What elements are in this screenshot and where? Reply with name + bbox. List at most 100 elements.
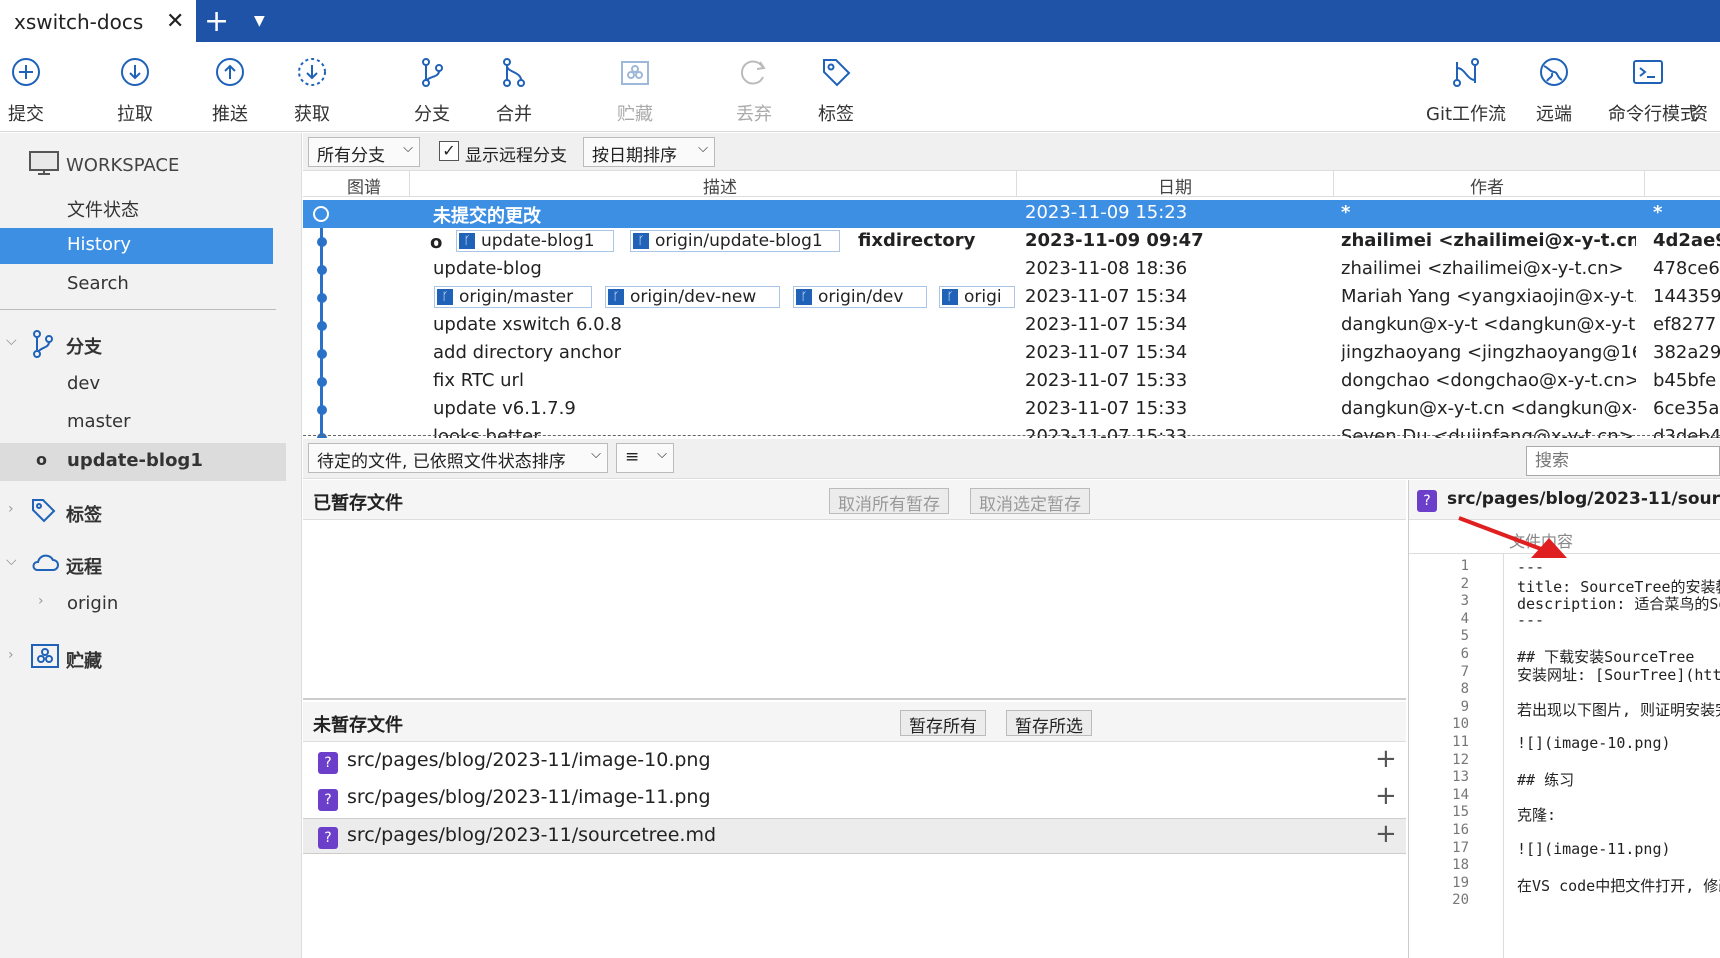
file-status-value: 待定的文件, 已依照文件状态排序 [317, 452, 566, 472]
sidebar-branch-master[interactable]: master [67, 411, 130, 432]
branch-tag[interactable]: ᚴ update-blog1 [456, 230, 614, 252]
show-remote-label: 显示远程分支 [465, 146, 567, 166]
remote-button[interactable]: 远端 [1514, 42, 1594, 132]
branch-icon: ᚴ [633, 233, 649, 249]
table-row[interactable]: update v6.1.7.9 2023-11-07 15:33 dangkun… [303, 396, 1720, 424]
sidebar-branch-dev[interactable]: dev [67, 373, 100, 394]
sidebar-item-history[interactable]: History [0, 228, 273, 264]
chevron-down-icon[interactable]: ⌵ [6, 553, 17, 569]
red-arrow-annotation [1458, 516, 1567, 558]
chevron-down-icon[interactable]: ▼ [254, 13, 265, 29]
current-branch-label: update-blog1 [67, 450, 203, 471]
column-divider[interactable] [1333, 171, 1334, 197]
push-button[interactable]: 推送 [190, 42, 270, 132]
commit-button[interactable]: 提交 [0, 42, 66, 132]
chevron-down-icon[interactable]: ⌵ [6, 333, 17, 349]
graph-node [317, 293, 327, 303]
stashes-heading[interactable]: 贮藏 [66, 647, 102, 673]
terminal-icon [1633, 60, 1663, 84]
commit-desc: add directory anchor [433, 342, 622, 363]
column-divider[interactable] [1644, 171, 1645, 197]
table-row[interactable]: ᚴ origin/master ᚴ origin/dev-new ᚴ origin/d… [303, 284, 1720, 312]
list-item[interactable]: ? src/pages/blog/2023-11/image-10.png + [303, 744, 1406, 780]
graph-node [317, 321, 327, 331]
show-remote-checkbox[interactable]: ✓ [439, 141, 459, 161]
branch-tag[interactable]: ᚴ origin/dev-new [605, 286, 780, 308]
code-line: description: 适合菜鸟的SourceTree安装教程 [1517, 595, 1720, 614]
pane-splitter[interactable] [303, 435, 1720, 436]
remotes-heading[interactable]: 远程 [66, 553, 102, 579]
main-panel: 所有分支 ⌵ ✓ 显示远程分支 按日期排序 ⌵ 图谱 描述 日期 作者 未提交的… [303, 133, 1720, 958]
commit-desc: fix RTC url [433, 370, 524, 391]
branch-filter-dropdown[interactable]: 所有分支 ⌵ [308, 137, 420, 167]
graph-node [317, 377, 327, 387]
chevron-right-icon[interactable]: › [8, 501, 14, 517]
sidebar-item-file-status[interactable]: 文件状态 [67, 196, 139, 222]
commit-hash: 4d2ae9 [1653, 230, 1720, 251]
chevron-right-icon[interactable]: › [8, 647, 14, 663]
sidebar-item-search[interactable]: Search [67, 273, 129, 294]
sort-value: 按日期排序 [592, 146, 677, 166]
search-input[interactable] [1526, 446, 1720, 476]
list-item[interactable]: ? src/pages/blog/2023-11/sourcetree.md + [303, 818, 1406, 854]
code-view[interactable]: ---title: SourceTree的安装教程description: 适合… [1409, 554, 1720, 958]
unstage-selected-button[interactable]: 取消选定暂存 [970, 488, 1090, 515]
commit-author: zhailimei <zhailimei@x-y-t.cn> [1341, 258, 1624, 279]
column-divider[interactable] [1016, 171, 1017, 197]
resources-button[interactable]: 资 [1688, 42, 1720, 132]
col-date[interactable]: 日期 [1158, 173, 1192, 198]
pull-button[interactable]: 拉取 [95, 42, 175, 132]
column-divider[interactable] [409, 171, 410, 197]
commit-date: 2023-11-09 09:47 [1025, 230, 1204, 251]
col-description[interactable]: 描述 [703, 173, 737, 198]
table-row[interactable]: 未提交的更改 2023-11-09 15:23 * * [303, 200, 1720, 228]
new-tab-icon[interactable]: + [204, 4, 229, 39]
commit-desc: update v6.1.7.9 [433, 398, 576, 419]
stage-file-icon[interactable]: + [1375, 781, 1397, 811]
branch-tag[interactable]: ᚴ origin/update-blog1 [630, 230, 840, 252]
code-line: ![](image-10.png) [1517, 734, 1671, 752]
branch-button[interactable]: 分支 [392, 42, 472, 132]
table-row[interactable]: update-blog 2023-11-08 18:36 zhailimei <… [303, 256, 1720, 284]
table-row[interactable]: o ᚴ update-blog1 ᚴ origin/update-blog1 fix… [303, 228, 1720, 256]
tag-button[interactable]: 标签 [796, 42, 876, 132]
discard-button[interactable]: 丢弃 [714, 42, 794, 132]
fetch-button[interactable]: 获取 [272, 42, 352, 132]
stage-file-icon[interactable]: + [1375, 744, 1397, 774]
branch-tag[interactable]: ᚴ origi [939, 286, 1015, 308]
close-icon[interactable]: ✕ [166, 9, 184, 34]
table-row[interactable]: fix RTC url 2023-11-07 15:33 dongchao <d… [303, 368, 1720, 396]
file-status-dropdown[interactable]: 待定的文件, 已依照文件状态排序 ⌵ [308, 443, 608, 473]
commit-author: Seven Du <dujinfang@x-y-t.cn> [1341, 426, 1634, 438]
table-row[interactable]: add directory anchor 2023-11-07 15:34 ji… [303, 340, 1720, 368]
code-line: 安装网址: [SourTree](https://www.sourcetreea… [1517, 665, 1720, 684]
sort-dropdown[interactable]: 按日期排序 ⌵ [583, 137, 715, 167]
tab-xswitch-docs[interactable]: xswitch-docs ✕ [0, 0, 196, 42]
commit-hash: * [1653, 202, 1663, 223]
chevron-right-icon[interactable]: › [38, 593, 44, 609]
git-flow-button[interactable]: Git工作流 [1426, 42, 1506, 132]
sidebar-divider [0, 309, 276, 310]
sidebar-branch-current[interactable]: o update-blog1 [0, 443, 286, 481]
view-mode-dropdown[interactable]: ≡ ⌵ [616, 443, 674, 473]
branches-heading[interactable]: 分支 [66, 333, 102, 359]
branch-tag[interactable]: ᚴ origin/master [434, 286, 592, 308]
unstage-all-button[interactable]: 取消所有暂存 [829, 488, 949, 515]
col-graph[interactable]: 图谱 [347, 173, 381, 198]
list-item[interactable]: ? src/pages/blog/2023-11/image-11.png + [303, 781, 1406, 817]
branch-icon: ᚴ [608, 289, 624, 305]
tags-heading[interactable]: 标签 [66, 501, 102, 527]
branch-tag-label: origin/update-blog1 [655, 231, 823, 251]
branch-tag[interactable]: ᚴ origin/dev [793, 286, 927, 308]
stage-selected-button[interactable]: 暂存所选 [1006, 710, 1092, 737]
stash-button[interactable]: 贮藏 [595, 42, 675, 132]
chevron-down-icon: ⌵ [657, 447, 667, 462]
chevron-down-icon: ⌵ [403, 141, 413, 156]
terminal-button[interactable]: 命令行模式 [1608, 42, 1698, 132]
stage-all-button[interactable]: 暂存所有 [900, 710, 986, 737]
stage-file-icon[interactable]: + [1375, 819, 1397, 849]
merge-button[interactable]: 合并 [474, 42, 554, 132]
table-row[interactable]: update xswitch 6.0.8 2023-11-07 15:34 da… [303, 312, 1720, 340]
sidebar-remote-origin[interactable]: origin [67, 593, 118, 614]
col-author[interactable]: 作者 [1470, 173, 1504, 198]
